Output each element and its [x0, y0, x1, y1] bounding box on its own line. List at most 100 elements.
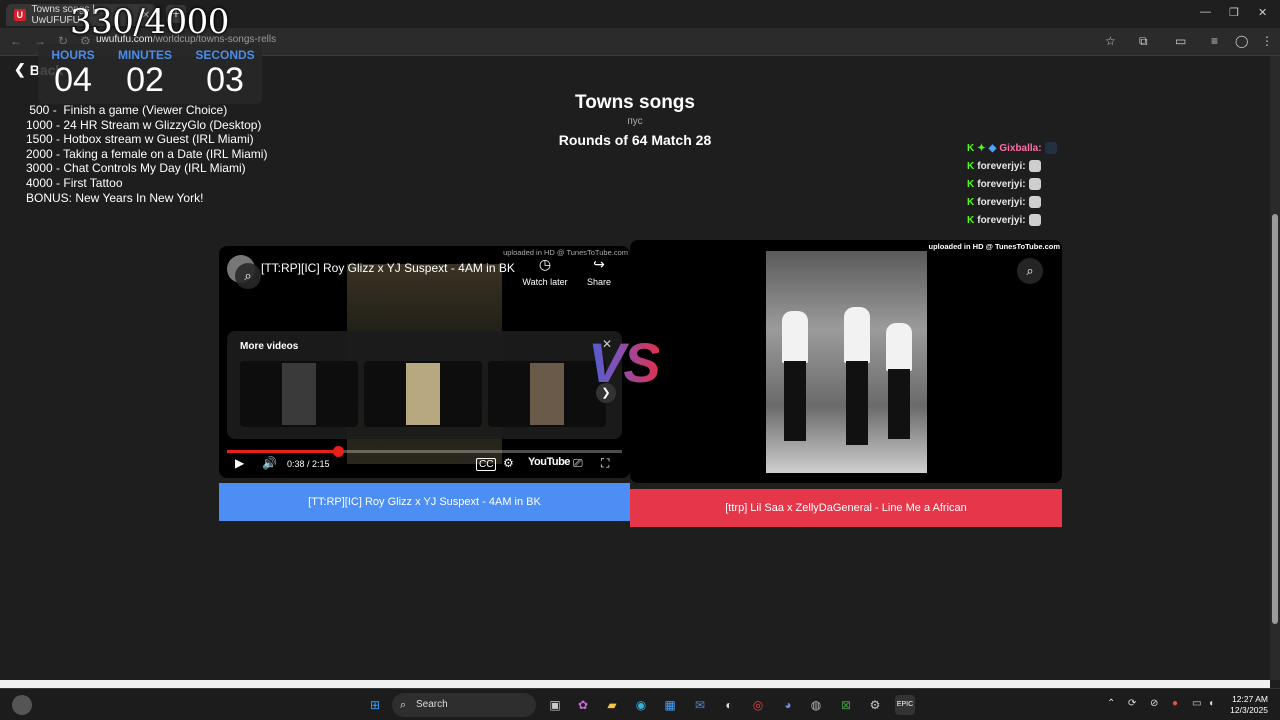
- hours-label: HOURS: [51, 48, 95, 62]
- suggested-video-thumbnail[interactable]: [364, 361, 482, 427]
- video-title[interactable]: [TT:RP][IC] Roy Glizz x YJ Suspext - 4AM…: [261, 261, 515, 275]
- share-icon: ↪: [593, 256, 605, 272]
- display-icon[interactable]: ▭: [1192, 698, 1201, 709]
- youtube-logo[interactable]: YouTube: [528, 456, 570, 468]
- settings-gear-icon[interactable]: ⚙: [503, 456, 514, 470]
- settings-icon[interactable]: ⚙: [865, 695, 885, 715]
- chat-message: K foreverjyi:: [967, 193, 1057, 211]
- suggested-video-thumbnail[interactable]: [240, 361, 358, 427]
- search-icon: ⌕: [400, 699, 407, 711]
- vertical-scrollbar[interactable]: [1270, 56, 1280, 680]
- app-icon[interactable]: ◐: [719, 695, 739, 715]
- edge-icon[interactable]: ◉: [631, 695, 651, 715]
- share-label: Share: [586, 277, 612, 287]
- reading-list-icon[interactable]: ≡: [1211, 34, 1218, 48]
- photo-figure: [844, 307, 870, 363]
- outlook-icon[interactable]: ✉: [690, 695, 710, 715]
- goal-item: 1000 - 24 HR Stream w GlizzyGlo (Desktop…: [26, 117, 262, 132]
- discord-icon[interactable]: ◕: [778, 695, 798, 715]
- choose-left-button[interactable]: [TT:RP][IC] Roy Glizz x YJ Suspext - 4AM…: [219, 483, 630, 521]
- file-explorer-icon[interactable]: ▰: [602, 695, 622, 715]
- back-nav-icon[interactable]: ←: [10, 34, 22, 48]
- close-window-icon[interactable]: ✕: [1258, 6, 1267, 19]
- kick-badge-icon: K: [967, 196, 975, 208]
- chat-message: K foreverjyi:: [967, 175, 1057, 193]
- volume-icon[interactable]: 🔊: [262, 456, 277, 470]
- goal-list: 500 - Finish a game (Viewer Choice) 1000…: [26, 103, 267, 205]
- speaker-icon[interactable]: ◖: [1208, 698, 1214, 709]
- xbox-icon[interactable]: ⊠: [836, 695, 856, 715]
- cast-icon[interactable]: ⎚: [573, 456, 583, 471]
- chat-message: K ✦ ◆ Gixballa:: [967, 139, 1057, 157]
- steam-icon[interactable]: ◍: [806, 695, 826, 715]
- kick-badge-icon: K: [967, 160, 975, 172]
- image-watermark: uploaded in HD @ TunesToTube.com: [928, 242, 1060, 251]
- network-off-icon[interactable]: ⊘: [1150, 698, 1158, 709]
- emote-icon: [1044, 142, 1057, 154]
- timer-hours: HOURS 04: [38, 44, 108, 98]
- timer-seconds: SECONDS 03: [190, 44, 260, 98]
- scrollbar-thumb[interactable]: [1272, 214, 1278, 624]
- start-icon[interactable]: ⊞: [365, 695, 385, 715]
- emote-icon: [1028, 160, 1041, 172]
- kick-badge-icon: K: [967, 178, 975, 190]
- store-icon[interactable]: ▦: [660, 695, 680, 715]
- left-video-card[interactable]: uploaded in HD @ TunesToTube.com ⌕ [TT:R…: [219, 246, 630, 478]
- goal-item: 1500 - Hotbox stream w Guest (IRL Miami): [26, 132, 254, 147]
- uwufufu-favicon-icon: U: [14, 9, 26, 21]
- right-image-card[interactable]: uploaded in HD @ TunesToTube.com ⌕: [630, 240, 1062, 483]
- search-label: Search: [416, 699, 448, 710]
- emote-icon: [1028, 214, 1041, 226]
- zoom-icon[interactable]: ⌕: [1017, 258, 1043, 284]
- microphone-icon[interactable]: ●: [1172, 698, 1178, 709]
- progress-knob[interactable]: [332, 446, 344, 457]
- restore-icon[interactable]: ❐: [1229, 6, 1239, 19]
- play-icon[interactable]: ▶: [235, 456, 244, 470]
- timer-minutes: MINUTES 02: [110, 44, 180, 98]
- menu-icon[interactable]: ⋮: [1261, 34, 1273, 48]
- watch-later-button[interactable]: ◷ Watch later: [520, 256, 570, 287]
- tray-chevron-icon[interactable]: ⌃: [1107, 698, 1115, 709]
- minimize-icon[interactable]: —: [1200, 6, 1211, 18]
- task-view-icon[interactable]: ▣: [545, 695, 565, 715]
- video-time: 0:38 / 2:15: [287, 459, 330, 469]
- chevron-left-icon: ❮: [14, 61, 26, 77]
- more-videos-label: More videos: [240, 341, 299, 352]
- taskbar-clock[interactable]: 12:27 AM 12/3/2025: [1224, 694, 1268, 716]
- clock-time: 12:27 AM: [1232, 694, 1268, 704]
- chrome-icon[interactable]: ◎: [748, 695, 768, 715]
- countdown-timer: HOURS 04 MINUTES 02 SECONDS 03: [38, 44, 262, 104]
- taskbar-search[interactable]: ⌕ Search: [392, 693, 536, 717]
- photo-figure-legs: [846, 361, 868, 445]
- goal-counter: 330/4000: [70, 2, 229, 42]
- watch-later-label: Watch later: [522, 277, 568, 287]
- emote-icon: [1028, 196, 1041, 208]
- more-videos-panel: More videos ✕ ❯: [227, 331, 622, 439]
- goal-item: 2000 - Taking a female on a Date (IRL Mi…: [26, 146, 268, 161]
- captions-icon[interactable]: CC: [476, 458, 497, 471]
- choose-right-button[interactable]: [ttrp] Lil Saa x ZellyDaGeneral - Line M…: [630, 489, 1062, 527]
- kick-badge-icon: K: [967, 142, 975, 154]
- zoom-icon[interactable]: ⌕: [235, 263, 261, 289]
- vs-label: VS: [588, 331, 661, 394]
- emote-icon: [1028, 178, 1041, 190]
- profile-icon[interactable]: ◯: [1235, 34, 1248, 48]
- copilot-icon[interactable]: ✿: [573, 695, 593, 715]
- sidebar-icon[interactable]: ▭: [1175, 34, 1186, 48]
- bookmark-star-icon[interactable]: ☆: [1105, 34, 1116, 48]
- sync-icon[interactable]: ⟳: [1128, 698, 1136, 709]
- goal-item: 3000 - Chat Controls My Day (IRL Miami): [26, 161, 246, 176]
- video-progress-bar[interactable]: [227, 446, 622, 457]
- goal-item: BONUS: New Years In New York!: [26, 190, 204, 205]
- fullscreen-icon[interactable]: ⛶: [601, 456, 609, 471]
- chat-overlay: K ✦ ◆ Gixballa: K foreverjyi: K foreverj…: [967, 139, 1057, 229]
- horizontal-scrollbar[interactable]: [0, 680, 1270, 688]
- goal-item: 500 - Finish a game (Viewer Choice): [26, 103, 228, 117]
- extensions-icon[interactable]: ⧉: [1139, 34, 1148, 49]
- photo-figure-legs: [888, 369, 910, 439]
- widgets-icon[interactable]: [12, 695, 32, 715]
- epic-games-icon[interactable]: EPIC: [895, 695, 915, 715]
- share-button[interactable]: ↪ Share: [574, 256, 624, 287]
- clock-date: 12/3/2025: [1230, 705, 1268, 715]
- minutes-value: 02: [126, 61, 164, 99]
